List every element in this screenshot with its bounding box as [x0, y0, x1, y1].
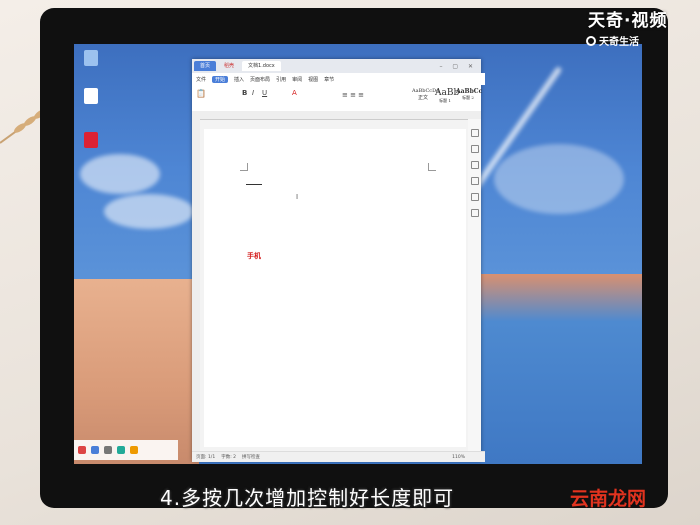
sea-wallpaper [479, 274, 642, 464]
horizontal-ruler[interactable] [192, 111, 481, 120]
font-color-icon[interactable]: A [292, 89, 297, 97]
side-tool-icon[interactable] [471, 145, 479, 153]
status-page: 页面: 1/1 [196, 455, 216, 460]
paste-icon[interactable]: 📋 [196, 89, 206, 98]
menu-home[interactable]: 开始 [212, 75, 229, 83]
taskbar-app-icon[interactable] [104, 446, 112, 454]
margin-mark [240, 163, 248, 171]
style-preview: AaBb [435, 88, 460, 98]
tab-home[interactable]: 首页 [194, 61, 217, 71]
watermark: 云南龙网 [570, 488, 647, 510]
style-label: 标题 2 [462, 95, 474, 100]
align-icons[interactable]: ≡ ≡ ≡ [342, 91, 364, 99]
brand-logo: 天奇·视频 [588, 11, 668, 31]
status-spell[interactable]: 拼写检查 [242, 454, 260, 460]
video-caption: 4.多按几次增加控制好长度即可 [160, 486, 455, 510]
side-tool-icon[interactable] [471, 177, 479, 185]
style-normal[interactable]: AaBbCcDd 正文 [412, 88, 439, 106]
status-bar: 页面: 1/1 字数: 2 拼写检查 110% [192, 451, 485, 462]
menu-file[interactable]: 文件 [196, 76, 206, 83]
window-controls[interactable]: – ▢ ✕ [439, 63, 477, 70]
bold-button[interactable]: B [242, 89, 247, 97]
zoom-level[interactable]: 110% [452, 455, 465, 460]
brand-sub-text: 天奇生活 [599, 37, 639, 48]
document-text[interactable]: 手机 [247, 251, 261, 261]
taskbar-app-icon[interactable] [91, 446, 99, 454]
side-toolbar [468, 119, 481, 451]
taskbar-app-icon[interactable] [117, 446, 125, 454]
beach-wallpaper [74, 279, 199, 464]
underline-field [246, 184, 262, 185]
desktop-icon-wps[interactable] [76, 132, 106, 150]
style-heading1[interactable]: AaBb 标题 1 [435, 88, 460, 106]
brand-sub-logo: 天奇生活 [586, 33, 639, 48]
menu-view[interactable]: 视图 [308, 76, 318, 83]
style-preview: AaBbCc [456, 88, 483, 95]
desktop-icon-document[interactable] [76, 88, 106, 106]
taskbar-app-icon[interactable] [130, 446, 138, 454]
text-cursor-icon: I [296, 193, 299, 201]
status-words: 字数: 2 [221, 455, 237, 460]
side-tool-icon[interactable] [471, 161, 479, 169]
menu-review[interactable]: 审阅 [292, 76, 302, 83]
menu-insert[interactable]: 插入 [234, 76, 244, 83]
style-label: 正文 [417, 95, 428, 101]
tab-docer[interactable]: 稻壳 [218, 61, 240, 71]
side-tool-icon[interactable] [471, 209, 479, 217]
menu-section[interactable]: 章节 [324, 76, 334, 83]
title-bar: 首页 稻壳 文档1.docx – ▢ ✕ [192, 59, 481, 73]
style-heading2[interactable]: AaBbCc 标题 2 [456, 88, 483, 106]
menu-bar: 文件 开始 插入 页面布局 引用 审阅 视图 章节 [192, 73, 485, 85]
wps-writer-window: 首页 稻壳 文档1.docx – ▢ ✕ 文件 开始 插入 页面布局 引用 审阅… [192, 59, 485, 462]
menu-references[interactable]: 引用 [276, 76, 286, 83]
logo-circle-icon [586, 35, 596, 46]
document-page[interactable] [204, 129, 466, 447]
vertical-ruler[interactable] [192, 119, 200, 451]
italic-button[interactable]: I [252, 89, 254, 97]
start-icon[interactable] [78, 446, 86, 454]
taskbar [74, 440, 178, 460]
style-label: 标题 1 [439, 98, 451, 103]
desktop-icon-recycle[interactable] [76, 50, 106, 68]
side-tool-icon[interactable] [471, 193, 479, 201]
side-tool-icon[interactable] [471, 129, 479, 137]
ribbon-toolbar: 📋 B I U A ≡ ≡ ≡ AaBbCcDd 正文 AaBb 标题 1 Aa… [192, 85, 483, 112]
tab-document[interactable]: 文档1.docx [242, 61, 281, 71]
menu-layout[interactable]: 页面布局 [250, 76, 270, 83]
margin-mark [428, 163, 436, 171]
underline-button[interactable]: U [262, 89, 267, 97]
